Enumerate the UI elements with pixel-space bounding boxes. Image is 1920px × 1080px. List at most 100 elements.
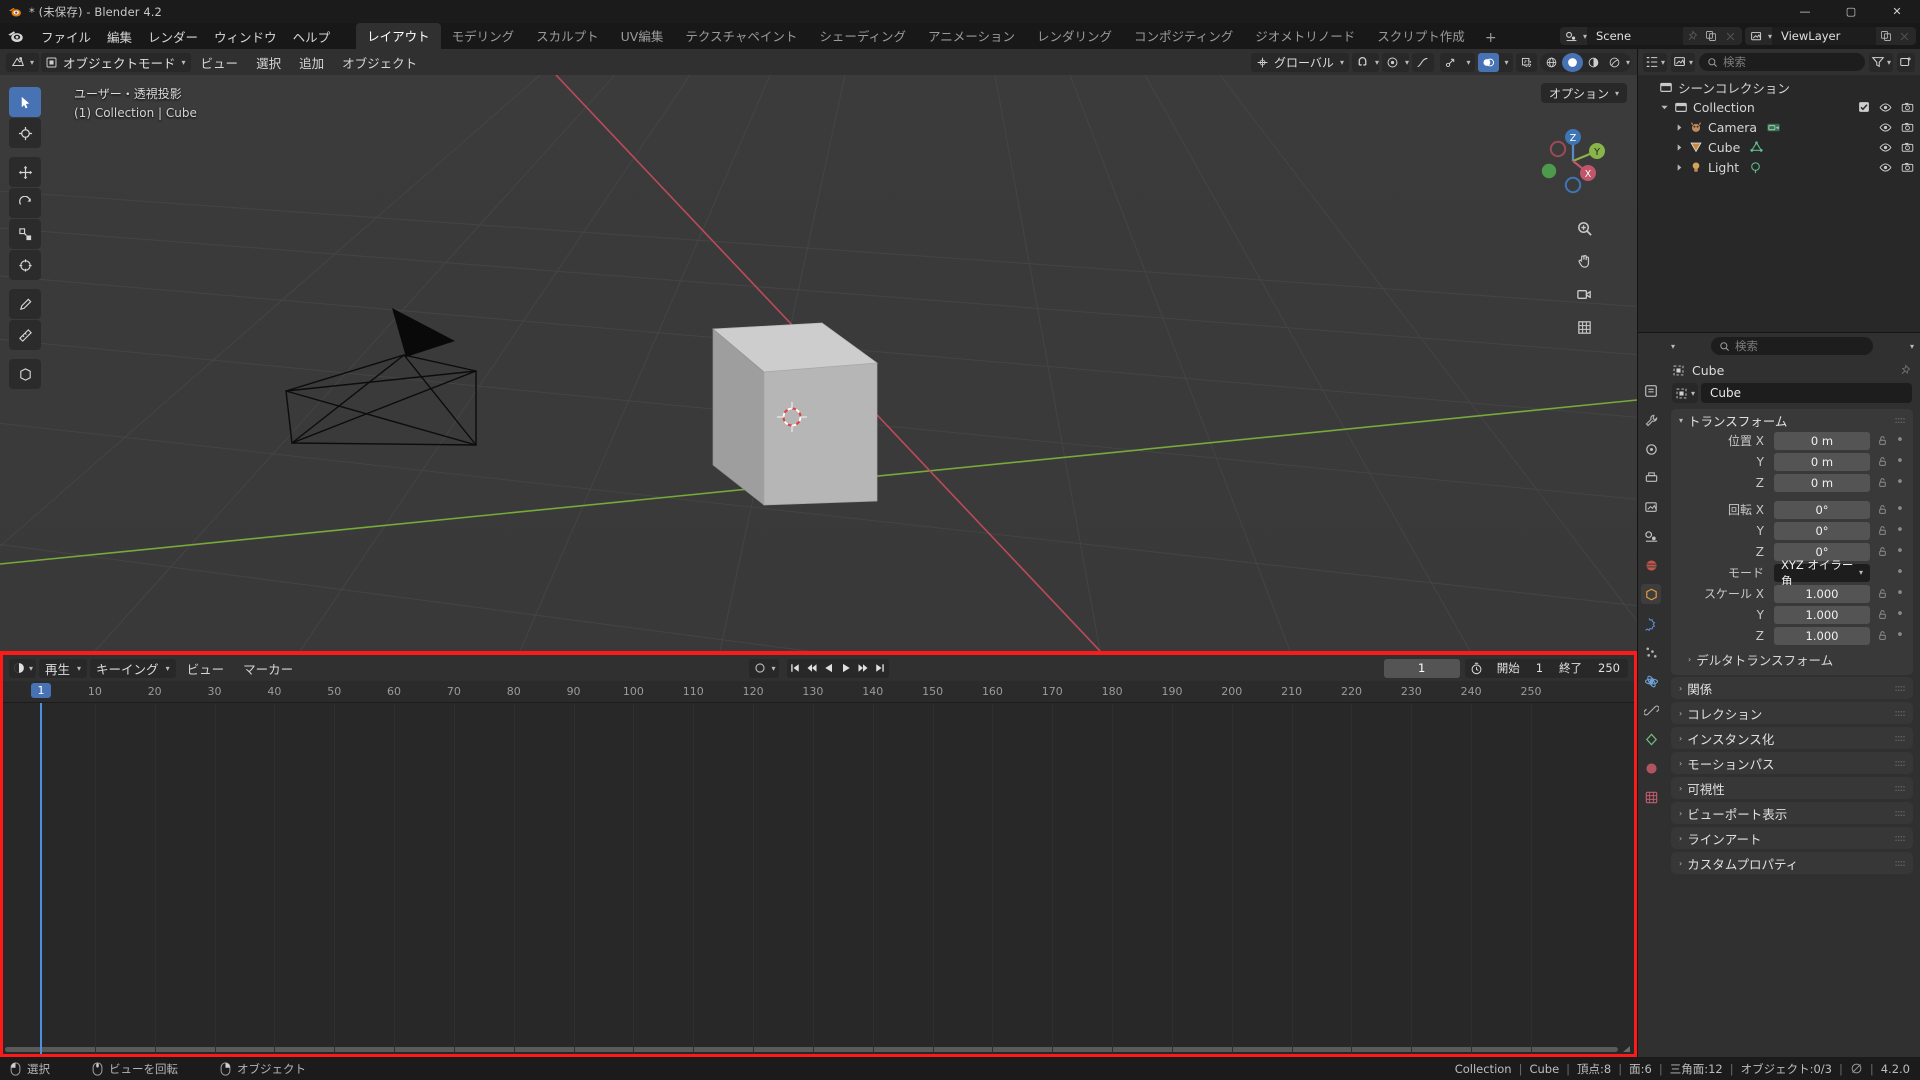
panel-header[interactable]: › カスタムプロパティ xyxy=(1671,852,1913,874)
proportional-chevron-down-icon[interactable]: ▾ xyxy=(1405,58,1409,67)
tab-output-properties[interactable] xyxy=(1641,468,1661,488)
timeline-resize-grip[interactable] xyxy=(1623,1046,1631,1052)
location-x-lock-icon[interactable] xyxy=(1874,435,1890,446)
proportional-edit-controls[interactable]: ▾ xyxy=(1381,52,1409,72)
timeline-ruler[interactable]: 1 10 20 30 40 50 60 70 80 90 100 110 120 130 140 150 160… xyxy=(3,681,1634,703)
workspace-tab-shading[interactable]: シェーディング xyxy=(808,23,917,49)
workspace-tab-texture-paint[interactable]: テクスチャペイント xyxy=(674,23,808,49)
blender-menu-icon[interactable] xyxy=(7,28,24,45)
viewport-menu-view[interactable]: ビュー xyxy=(193,51,247,74)
editor-type-button[interactable]: ▾ xyxy=(6,52,40,72)
properties-panel-1[interactable]: › コレクション xyxy=(1671,702,1913,724)
falloff-controls[interactable] xyxy=(1411,52,1434,72)
workspace-tab-compositing[interactable]: コンポジティング xyxy=(1123,23,1244,49)
snap-controls[interactable]: ▾ xyxy=(1351,52,1379,72)
tool-annotate[interactable] xyxy=(9,289,41,319)
scene-selector[interactable]: ▾ Scene xyxy=(1559,27,1742,45)
jump-to-prev-keyframe-button[interactable] xyxy=(804,659,821,678)
tab-particle-properties[interactable] xyxy=(1641,642,1661,662)
location-x-field[interactable]: 0 m xyxy=(1774,431,1870,450)
scene-name[interactable]: Scene xyxy=(1586,27,1683,45)
toggle-orthographic-icon[interactable] xyxy=(1571,314,1597,340)
auto-keying-toggle[interactable]: ▾ xyxy=(748,658,779,678)
disable-in-renders-icon[interactable] xyxy=(1901,161,1914,174)
scale-z-field[interactable]: 1.000 xyxy=(1774,626,1870,645)
tool-measure[interactable] xyxy=(9,320,41,350)
properties-panel-0[interactable]: › 関係 xyxy=(1671,677,1913,699)
scale-z-lock-icon[interactable] xyxy=(1874,630,1890,641)
properties-search-input[interactable]: 検索 xyxy=(1711,337,1873,355)
interaction-mode-selector[interactable]: オブジェクトモード ▾ xyxy=(41,52,191,72)
location-x-animate-dot[interactable]: • xyxy=(1894,433,1906,448)
disable-in-renders-icon[interactable] xyxy=(1901,141,1914,154)
tab-world-properties[interactable] xyxy=(1641,555,1661,575)
expand-arrow-icon[interactable] xyxy=(1672,143,1686,152)
falloff-curve-icon[interactable] xyxy=(1412,53,1434,72)
workspace-tab-geometry-nodes[interactable]: ジオメトリノード xyxy=(1244,23,1366,49)
rotation-z-lock-icon[interactable] xyxy=(1874,546,1890,557)
new-viewlayer-icon[interactable] xyxy=(1876,27,1895,45)
panel-grip-icon[interactable] xyxy=(1895,860,1906,867)
playback-menu[interactable]: 再生 ▾ xyxy=(39,658,88,678)
panel-grip-icon[interactable] xyxy=(1895,760,1906,767)
tab-modifier-properties[interactable] xyxy=(1641,613,1661,633)
light-data-icon[interactable] xyxy=(1748,160,1763,175)
location-z-lock-icon[interactable] xyxy=(1874,477,1890,488)
viewport-options-button[interactable]: オプション ▾ xyxy=(1540,83,1627,103)
scale-y-animate-dot[interactable]: • xyxy=(1894,607,1906,622)
properties-panel-6[interactable]: › ラインアート xyxy=(1671,827,1913,849)
viewlayer-name[interactable]: ViewLayer xyxy=(1772,27,1876,45)
scale-y-lock-icon[interactable] xyxy=(1874,609,1890,620)
properties-panel-3[interactable]: › モーションパス xyxy=(1671,752,1913,774)
outliner-row-シーンコレクション[interactable]: シーンコレクション xyxy=(1638,77,1920,97)
workspace-tab-uv-editing[interactable]: UV編集 xyxy=(610,23,675,49)
current-frame-field[interactable]: 1 xyxy=(1383,658,1460,678)
add-workspace-button[interactable]: + xyxy=(1476,27,1506,49)
current-frame-indicator[interactable]: 1 xyxy=(31,683,51,698)
shading-rendered-icon[interactable] xyxy=(1604,53,1625,72)
rotation-z-animate-dot[interactable]: • xyxy=(1894,544,1906,559)
workspace-tab-rendering[interactable]: レンダリング xyxy=(1026,23,1123,49)
panel-grip-icon[interactable] xyxy=(1895,735,1906,742)
tool-add-cube[interactable] xyxy=(9,359,41,389)
workspace-tab-sculpting[interactable]: スカルプト xyxy=(525,23,610,49)
hide-in-viewport-icon[interactable] xyxy=(1879,161,1892,174)
play-button[interactable] xyxy=(838,659,855,678)
outliner-row-light[interactable]: Light xyxy=(1638,157,1920,177)
viewport-gizmos-toggle[interactable]: ▾ xyxy=(1439,52,1475,72)
tool-transform[interactable] xyxy=(9,250,41,280)
panel-header[interactable]: › ビューポート表示 xyxy=(1671,802,1913,824)
outliner-tree[interactable]: シーンコレクション Collection Camera Cube Light xyxy=(1638,75,1920,332)
rotation-x-animate-dot[interactable]: • xyxy=(1894,502,1906,517)
rotation-y-field[interactable]: 0° xyxy=(1774,521,1870,540)
scale-x-field[interactable]: 1.000 xyxy=(1774,584,1870,603)
tab-scene-properties[interactable] xyxy=(1641,526,1661,546)
panel-grip-icon[interactable] xyxy=(1895,417,1906,424)
gizmo-icon[interactable] xyxy=(1440,53,1461,72)
pan-view-icon[interactable] xyxy=(1571,248,1597,274)
properties-editor[interactable]: ▾ 検索 ▾ Cube ▾ Cube ▾ トランスフォーム 位置 X 0 m •… xyxy=(1637,332,1920,1057)
panel-grip-icon[interactable] xyxy=(1895,835,1906,842)
keying-menu[interactable]: キーイング ▾ xyxy=(90,658,176,678)
panel-grip-icon[interactable] xyxy=(1895,785,1906,792)
scale-z-animate-dot[interactable]: • xyxy=(1894,628,1906,643)
overlays-icon[interactable] xyxy=(1477,52,1499,72)
workspace-tab-layout[interactable]: レイアウト xyxy=(356,23,441,49)
timeline-playhead[interactable] xyxy=(40,703,42,1054)
panel-header[interactable]: › 関係 xyxy=(1671,677,1913,699)
properties-editor-type-button[interactable] xyxy=(1641,381,1661,401)
scale-x-animate-dot[interactable]: • xyxy=(1894,586,1906,601)
hide-in-viewport-icon[interactable] xyxy=(1879,101,1892,114)
properties-panel-2[interactable]: › インスタンス化 xyxy=(1671,727,1913,749)
remove-scene-icon[interactable] xyxy=(1721,27,1740,45)
transform-panel-header[interactable]: ▾ トランスフォーム xyxy=(1671,409,1913,431)
outliner-row-collection[interactable]: Collection xyxy=(1638,97,1920,117)
properties-panel-5[interactable]: › ビューポート表示 xyxy=(1671,802,1913,824)
xray-icon[interactable] xyxy=(1516,53,1537,72)
workspace-tab-scripting[interactable]: スクリプト作成 xyxy=(1366,23,1476,49)
properties-options-chevron-down-icon[interactable]: ▾ xyxy=(1910,342,1914,351)
outliner-search-input[interactable]: 検索 xyxy=(1699,53,1865,71)
rotation-mode-dropdown[interactable]: XYZ オイラー角 ▾ xyxy=(1774,558,1870,588)
use-preview-range-icon[interactable] xyxy=(1465,659,1489,678)
scale-x-lock-icon[interactable] xyxy=(1874,588,1890,599)
